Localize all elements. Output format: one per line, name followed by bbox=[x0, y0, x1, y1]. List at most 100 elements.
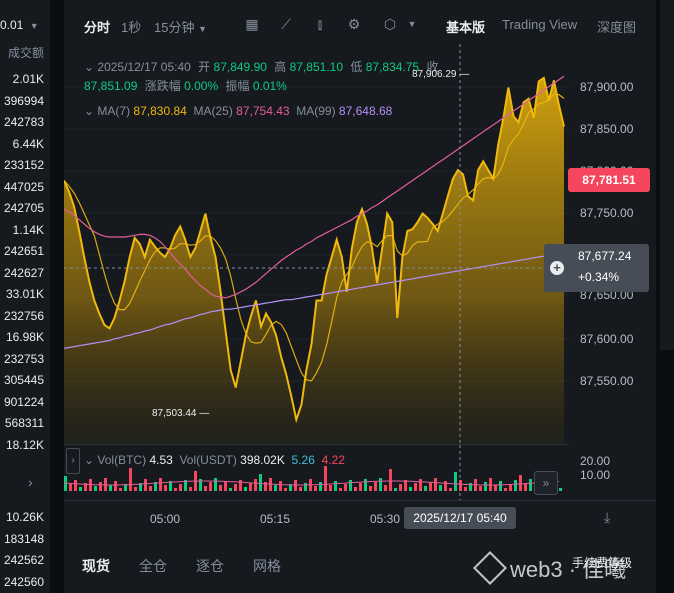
volume-bar bbox=[294, 480, 297, 491]
interval-selector[interactable]: 15分钟 ▼ bbox=[154, 17, 207, 36]
orderbook-row[interactable]: 33.01K bbox=[6, 287, 44, 301]
volume-bar bbox=[439, 485, 442, 491]
vol-usdt-value: 398.02K bbox=[240, 453, 285, 467]
orderbook-row[interactable]: 568311 bbox=[5, 416, 44, 430]
orderbook-row[interactable]: 901224 bbox=[4, 395, 44, 409]
volume-bar bbox=[179, 484, 182, 491]
chevron-down-icon: ▼ bbox=[29, 21, 39, 31]
orderbook-row[interactable]: 183148 bbox=[4, 532, 44, 546]
volume-bar bbox=[119, 488, 122, 491]
hexagon-icon[interactable]: ⬡ bbox=[382, 16, 398, 32]
ma99-label: MA(99) bbox=[296, 104, 336, 118]
volume-bar bbox=[504, 488, 507, 491]
vol-collapse-icon[interactable]: ⌄ bbox=[84, 453, 94, 467]
expand-panel-button[interactable]: › bbox=[66, 448, 80, 474]
high-annotation: 87,906.29 — bbox=[412, 69, 470, 80]
auto-scale-icon[interactable]: ⤓ bbox=[604, 509, 610, 526]
volume-bar bbox=[359, 483, 362, 491]
volume-bar bbox=[299, 487, 302, 491]
orderbook-row[interactable]: 242627 bbox=[4, 266, 44, 280]
ohlc-collapse-icon[interactable]: ⌄ bbox=[84, 60, 94, 74]
volume-bar bbox=[129, 468, 132, 491]
volume-bar bbox=[314, 486, 317, 491]
volume-bar bbox=[414, 483, 417, 491]
precision-value: 0.01 bbox=[0, 18, 24, 32]
volume-bar bbox=[464, 487, 467, 491]
price-tick: 87,850.00 bbox=[580, 122, 634, 136]
orderbook-row[interactable]: 233152 bbox=[4, 158, 44, 172]
price-chart[interactable]: ⌄ 2025/12/17 05:40 开 87,849.90 高 87,851.… bbox=[64, 44, 569, 444]
add-order-icon[interactable]: + bbox=[550, 261, 564, 275]
precision-selector[interactable]: 0.01 ▼ bbox=[0, 18, 39, 32]
tab-spot[interactable]: 现货 bbox=[82, 556, 110, 576]
orderbook-row[interactable]: 242560 bbox=[4, 575, 44, 589]
time-tick: 05:30 bbox=[370, 512, 401, 526]
calendar-icon[interactable]: ▦ bbox=[244, 16, 260, 32]
orderbook-row[interactable]: 18.12K bbox=[6, 438, 44, 452]
volume-bar bbox=[259, 474, 262, 491]
volume-bar bbox=[494, 485, 497, 491]
web3-logo-icon bbox=[473, 551, 507, 585]
orderbook-row[interactable]: 447025 bbox=[4, 180, 44, 194]
volume-bar bbox=[164, 485, 167, 491]
orderbook-row[interactable]: 1.14K bbox=[13, 223, 44, 237]
volume-bar bbox=[224, 481, 227, 491]
orderbook-row[interactable]: 232756 bbox=[4, 309, 44, 323]
orderbook-row[interactable]: 305445 bbox=[4, 373, 44, 387]
tab-tradingview[interactable]: Trading View bbox=[502, 17, 577, 32]
orderbook-row[interactable]: 242562 bbox=[4, 553, 44, 567]
vol-ma1-value: 5.26 bbox=[291, 453, 315, 467]
vol-ma2-value: 4.22 bbox=[321, 453, 345, 467]
orderbook-row[interactable]: 6.44K bbox=[13, 137, 44, 151]
turnover-header: 成交额 bbox=[7, 46, 44, 60]
time-axis[interactable]: 05:00 05:15 05:30 2025/12/17 05:40 ⤓ bbox=[64, 500, 656, 533]
watermark-text: web3 · 佳曦 bbox=[510, 557, 627, 582]
chart-toolbar: 分时 1秒 15分钟 ▼ ▦ ⟋ ⫾ ⚙ ⬡ ▼ 基本版 Trading Vie… bbox=[64, 8, 656, 42]
tab-isolated[interactable]: 逐仓 bbox=[196, 556, 224, 576]
volume-bar bbox=[349, 480, 352, 491]
vol-tick: 10.00 bbox=[580, 468, 611, 482]
volume-bar bbox=[384, 485, 387, 491]
volume-bar bbox=[369, 486, 372, 491]
volume-bar bbox=[379, 478, 382, 491]
settings-icon[interactable]: ⚙ bbox=[346, 16, 362, 32]
crosshair-change: +0.34% bbox=[578, 270, 620, 284]
orderbook-row[interactable]: 10.26K bbox=[6, 510, 44, 524]
volume-bar bbox=[234, 484, 237, 491]
tab-depth[interactable]: 深度图 bbox=[597, 17, 636, 36]
interval-label: 15分钟 bbox=[154, 20, 195, 35]
volume-bar bbox=[449, 488, 452, 491]
indicator-icon[interactable]: ⟋ bbox=[278, 16, 294, 32]
tab-cross[interactable]: 全仓 bbox=[139, 556, 167, 576]
orderbook-row[interactable]: 242705 bbox=[4, 201, 44, 215]
volume-bar bbox=[109, 485, 112, 491]
volume-bar bbox=[334, 481, 337, 491]
last-price-tag: 87,781.51 bbox=[568, 168, 650, 192]
ma-collapse-icon[interactable]: ⌄ bbox=[84, 104, 94, 118]
volume-bar bbox=[229, 488, 232, 491]
tab-time[interactable]: 分时 bbox=[84, 17, 110, 36]
volume-bar bbox=[159, 478, 162, 491]
volume-bar bbox=[94, 486, 97, 491]
orderbook-row[interactable]: 232753 bbox=[4, 352, 44, 366]
chevron-right-icon[interactable]: › bbox=[28, 474, 33, 490]
orderbook-row[interactable]: 16.98K bbox=[6, 330, 44, 344]
crosshair-price: 87,677.24 bbox=[578, 249, 632, 263]
volume-bar bbox=[219, 485, 222, 491]
orderbook-row[interactable]: 2.01K bbox=[13, 72, 44, 86]
amplitude-label: 振幅 bbox=[225, 79, 250, 93]
orderbook-row[interactable]: 396994 bbox=[4, 94, 44, 108]
volume-bar bbox=[429, 482, 432, 491]
volume-chart[interactable]: › ⌄ Vol(BTC) 4.53 Vol(USDT) 398.02K 5.26… bbox=[64, 444, 569, 501]
orderbook-row[interactable]: 242783 bbox=[4, 115, 44, 129]
orderbook-row[interactable]: 242651 bbox=[4, 244, 44, 258]
tab-basic[interactable]: 基本版 bbox=[446, 17, 485, 36]
price-tick: 87,750.00 bbox=[580, 206, 634, 220]
chevron-down-icon[interactable]: ▼ bbox=[404, 16, 420, 32]
tab-1s[interactable]: 1秒 bbox=[121, 17, 141, 36]
orderbook-column: 0.01 ▼ 成交额 2.01K 396994 242783 6.44K 233152 4… bbox=[0, 0, 50, 593]
scroll-latest-button[interactable]: » bbox=[534, 471, 558, 495]
volume-bar bbox=[254, 479, 257, 491]
tab-grid[interactable]: 网格 bbox=[253, 556, 281, 576]
candle-icon[interactable]: ⫾ bbox=[312, 16, 328, 32]
